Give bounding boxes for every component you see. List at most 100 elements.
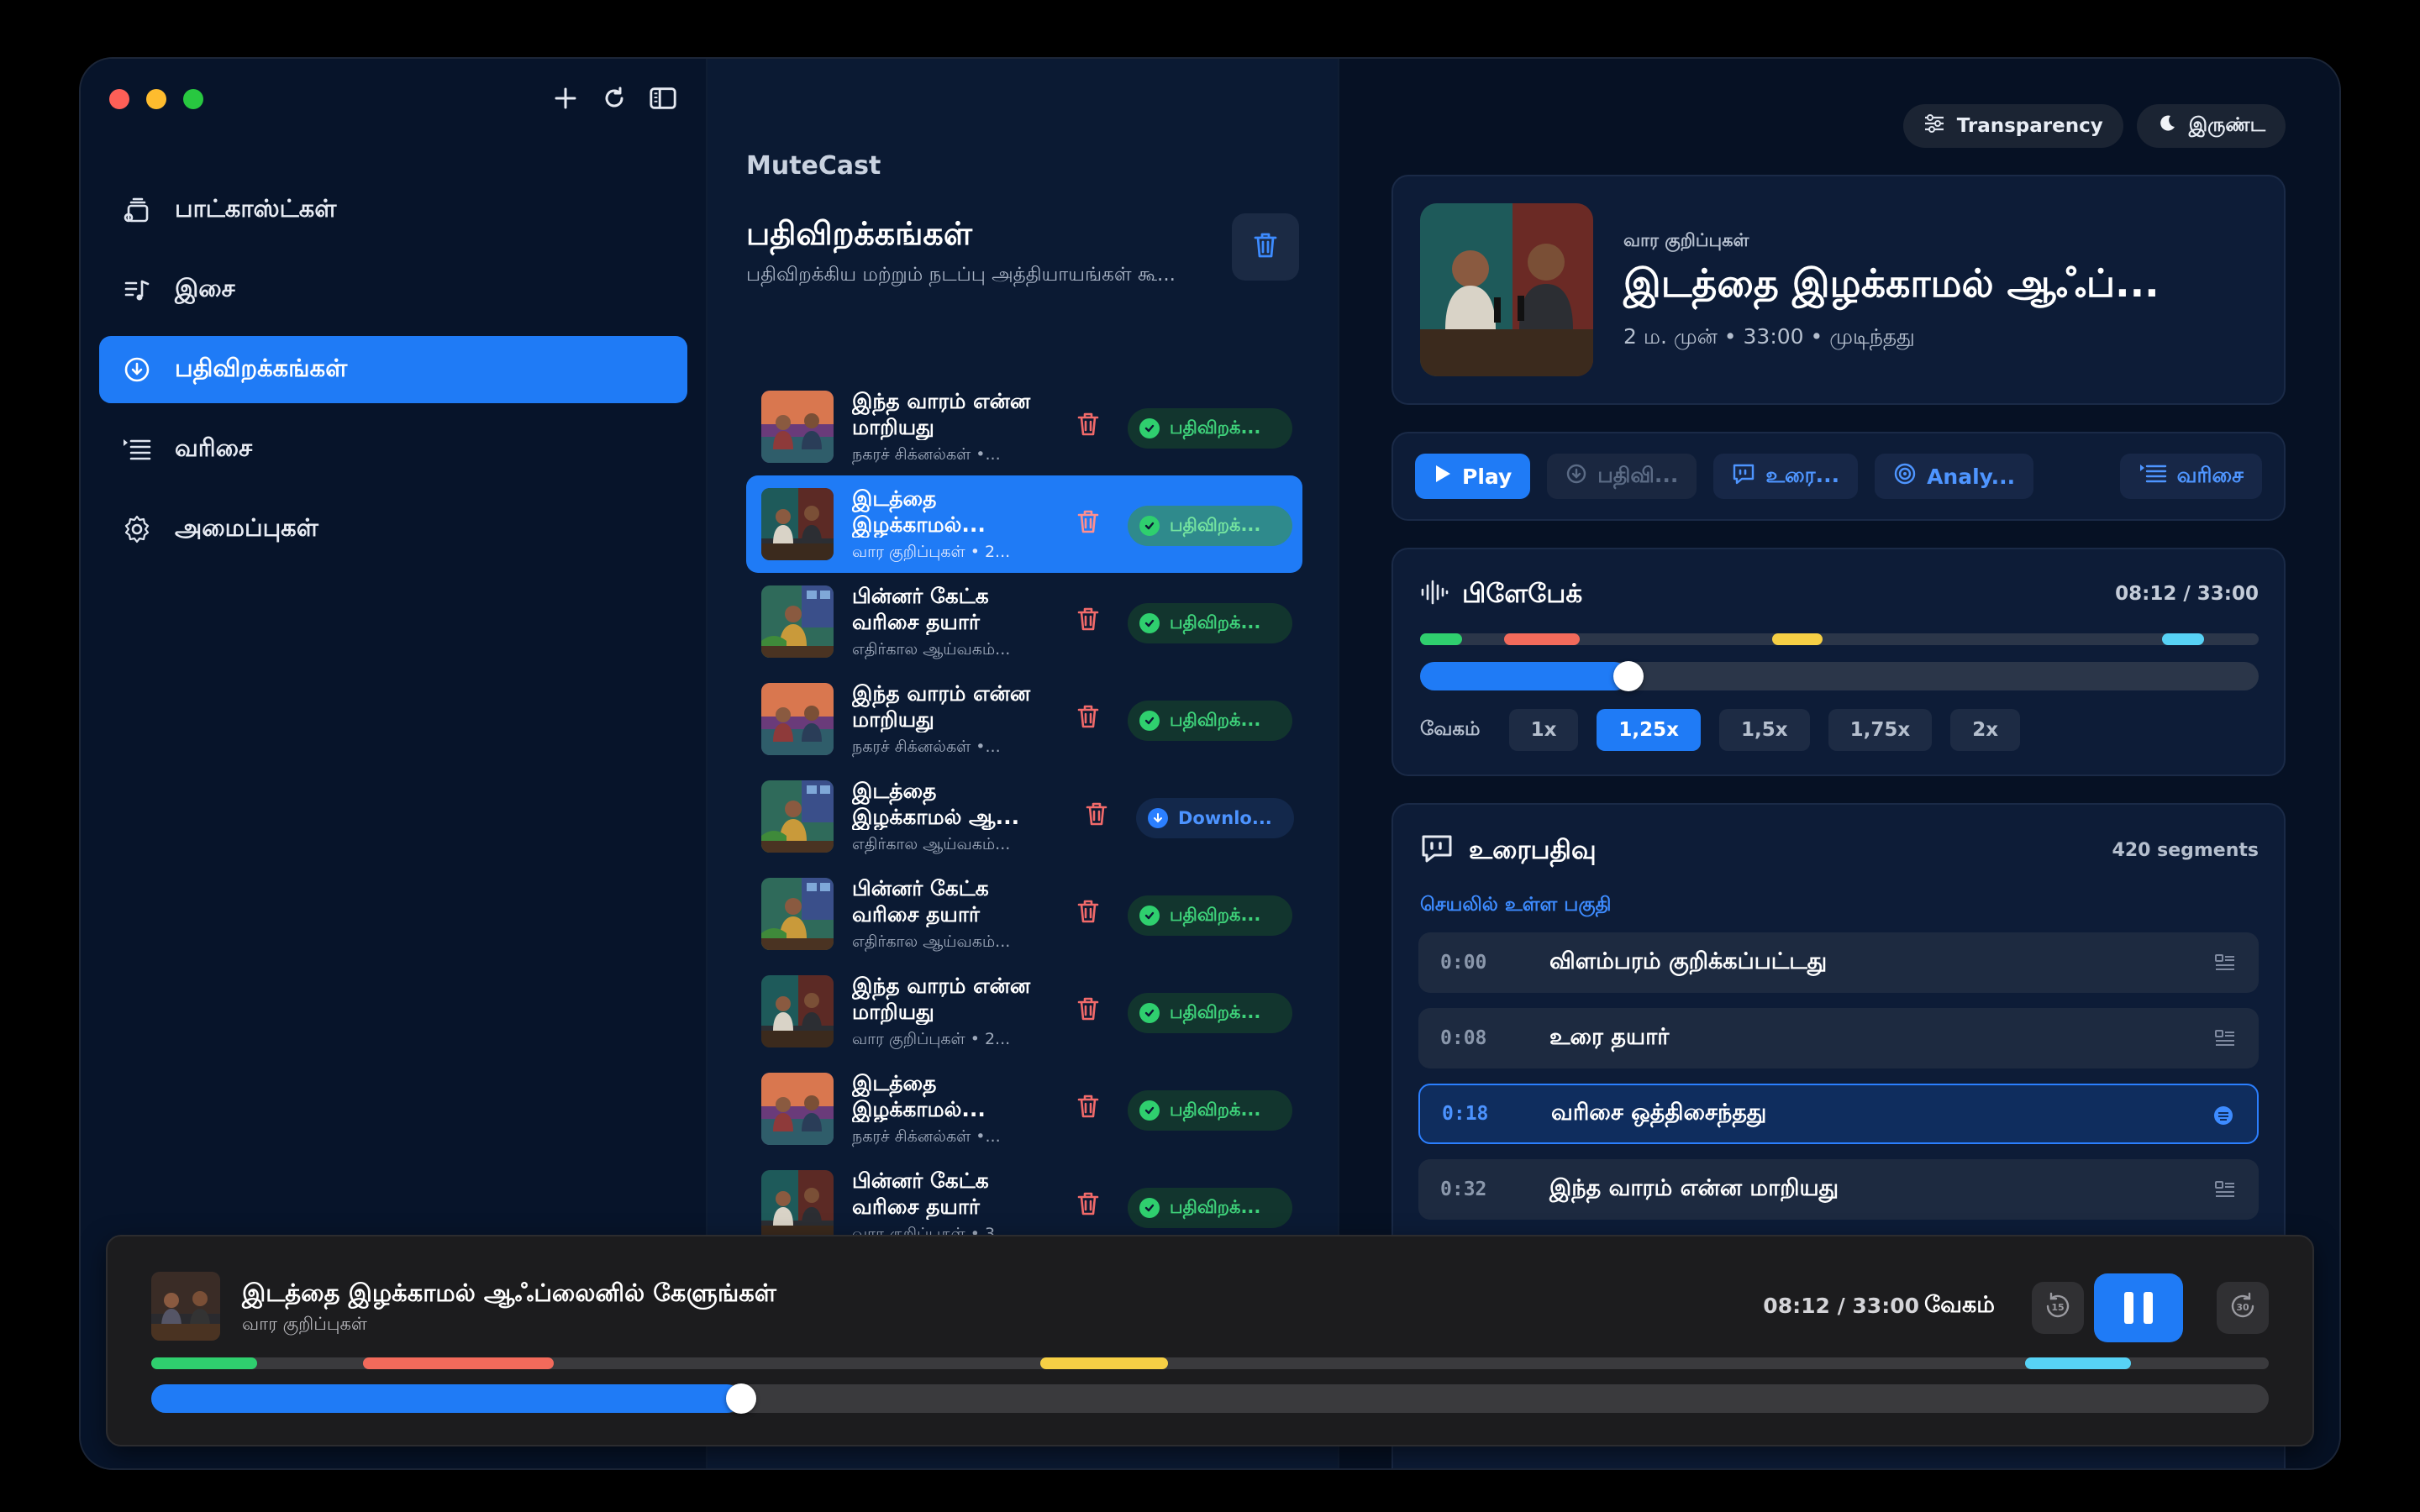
download-item[interactable]: பின்னர் கேட்க வரிசை தயார் எதிர்கால ஆய்வகம… [746,865,1302,963]
progress-knob[interactable] [1613,661,1644,691]
playback-progress-slider[interactable] [1420,661,2259,691]
active-section-link[interactable]: செயலில் உள்ள பகுதி [1420,894,1612,918]
skip-forward-30-button[interactable]: 30 [2217,1282,2269,1334]
transcript-row[interactable]: 0:32 இந்த வாரம் என்ன மாறியது [1418,1159,2259,1220]
mini-player-progress-slider[interactable] [151,1383,2269,1414]
refresh-icon[interactable] [600,84,629,113]
skip-forward-30-icon: 30 [2226,1289,2260,1326]
waveform-icon [1420,578,1449,613]
delete-download-button[interactable] [1074,1094,1102,1122]
download-item-meta: எதிர்கால ஆய்வகம்... [852,639,1011,659]
chapter-segment[interactable] [363,1357,554,1369]
download-circle-icon [1565,463,1587,490]
close-window-button[interactable] [109,89,129,109]
sidebar-item-settings[interactable]: அமைப்புகள் [99,496,687,563]
sidebar-item-label: இசை [175,274,235,302]
episode-thumbnail [761,878,834,950]
chapter-segment[interactable] [1040,1357,1168,1369]
check-icon [1139,906,1160,926]
chapter-segments-bar[interactable] [1420,633,2259,645]
episode-thumbnail [761,975,834,1047]
download-item[interactable]: இந்த வாரம் என்ன மாறியது வார குறிப்புகள் •… [746,963,1302,1060]
mini-player-speed-button[interactable]: வேகம் [1924,1292,1995,1321]
episode-actions: Play பதிவி... உரை... Analy... வரிசை [1392,432,2286,521]
speed-label: வேகம் [1420,717,1481,740]
chapter-segment[interactable] [1503,633,1580,645]
sidebar-toggle-icon[interactable] [649,84,677,113]
clear-downloads-button[interactable] [1232,213,1299,281]
download-item[interactable]: இடத்தை இழக்காமல்... வார குறிப்புகள் • 2..… [746,475,1302,573]
sidebar-item-queue[interactable]: வரிசை [99,416,687,483]
delete-download-button[interactable] [1082,801,1111,830]
download-item-meta: நகரச் சிக்னல்கள் •... [852,1126,1001,1146]
pause-button[interactable] [2094,1273,2183,1342]
download-item[interactable]: இந்த வாரம் என்ன மாறியது நகரச் சிக்னல்கள் … [746,670,1302,768]
mini-player-title: இடத்தை இழக்காமல் ஆஃப்லைனில் கேளுங்கள் [242,1278,776,1307]
download-circle-icon [121,354,153,386]
speed-option-1-75x[interactable]: 1,75x [1828,709,1933,751]
download-item[interactable]: இடத்தை இழக்காமல் ஆ... எதிர்கால ஆய்வகம்...… [746,768,1302,865]
download-status-text: பதிவிறக்... [1170,612,1261,633]
episode-thumbnail [761,391,834,463]
play-button[interactable]: Play [1415,454,1531,499]
mini-progress-knob[interactable] [725,1383,756,1414]
speed-option-1-5x[interactable]: 1,5x [1719,709,1810,751]
gear-icon [121,513,153,545]
segment-count: 420 segments [2112,840,2259,861]
download-progress-icon [1148,808,1168,828]
speed-option-2x[interactable]: 2x [1950,709,2021,751]
sidebar-item-podcasts[interactable]: பாட்காஸ்ட்கள் [99,176,687,244]
download-item-title: இடத்தை இழக்காமல்... [852,1070,986,1121]
delete-download-button[interactable] [1074,509,1102,538]
delete-download-button[interactable] [1074,704,1102,732]
chapter-segment[interactable] [2025,1357,2132,1369]
speed-option-1x[interactable]: 1x [1508,709,1579,751]
queue-button[interactable]: வரிசை [2119,454,2262,499]
lines-icon[interactable] [2213,1026,2237,1050]
check-icon [1139,613,1160,633]
mini-player-chapter-bar[interactable] [151,1357,2269,1369]
lines-icon[interactable] [2213,1178,2237,1201]
trash-icon [1251,230,1280,264]
dark-mode-button[interactable]: இருண்ட [2136,104,2286,148]
chapter-segment[interactable] [1420,633,1462,645]
lines-icon[interactable] [2213,951,2237,974]
analysis-button[interactable]: Analy... [1875,454,2034,499]
delete-download-button[interactable] [1074,1191,1102,1220]
chapter-segment[interactable] [151,1357,257,1369]
chapter-segment[interactable] [2162,633,2205,645]
download-item[interactable]: இடத்தை இழக்காமல்... நகரச் சிக்னல்கள் •...… [746,1060,1302,1158]
transcript-row[interactable]: 0:08 உரை தயார் [1418,1008,2259,1068]
minimize-window-button[interactable] [146,89,166,109]
mini-progress-fill [151,1384,741,1413]
download-status-badge: பதிவிறக்... [1128,895,1292,936]
skip-back-15-button[interactable]: 15 [2032,1282,2084,1334]
transcript-row[interactable]: 0:00 விளம்பரம் குறிக்கப்பட்டது [1418,932,2259,993]
download-button[interactable]: பதிவி... [1547,454,1697,499]
speed-option-1-25x[interactable]: 1,25x [1597,709,1701,751]
delete-download-button[interactable] [1074,606,1102,635]
transparency-button[interactable]: Transparency [1902,104,2123,148]
sidebar-item-downloads[interactable]: பதிவிறக்கங்கள் [99,336,687,403]
episode-artwork [1420,203,1593,376]
transcript-row-active[interactable]: 0:18 வரிசை ஒத்திசைந்தது [1418,1084,2259,1144]
plus-icon[interactable] [551,84,580,113]
delete-download-button[interactable] [1074,899,1102,927]
download-item-meta: நகரச் சிக்னல்கள் •... [852,444,1001,464]
download-status-badge: பதிவிறக்... [1128,408,1292,449]
chapter-segment[interactable] [1772,633,1823,645]
download-item[interactable]: இந்த வாரம் என்ன மாறியது நகரச் சிக்னல்கள் … [746,378,1302,475]
transcript-button[interactable]: உரை... [1713,454,1859,499]
episode-thumbnail [761,585,834,658]
episode-title: இடத்தை இழக்காமல் ஆஃப்... [1623,260,2160,306]
episode-show-name: வார குறிப்புகள் [1623,230,1749,250]
playing-lines-icon[interactable] [2212,1104,2235,1127]
sidebar-item-music[interactable]: இசை [99,256,687,323]
download-item[interactable]: பின்னர் கேட்க வரிசை தயார் எதிர்கால ஆய்வகம… [746,573,1302,670]
list-queue-icon [2139,462,2167,491]
delete-download-button[interactable] [1074,412,1102,440]
sliders-icon [1923,113,1945,139]
transcript-time: 0:18 [1442,1103,1489,1125]
delete-download-button[interactable] [1074,996,1102,1025]
zoom-window-button[interactable] [183,89,203,109]
